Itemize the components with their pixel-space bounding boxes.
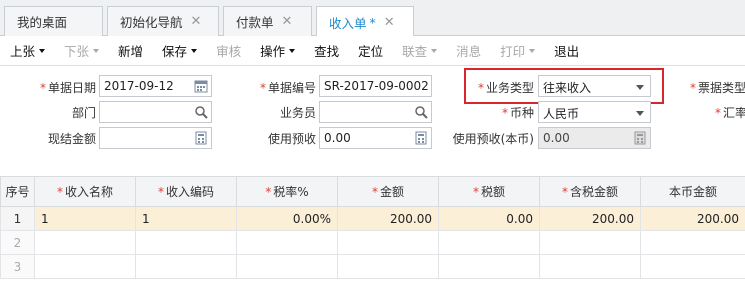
cell-amount[interactable] [337, 230, 439, 255]
operate-button[interactable]: 操作 [260, 41, 296, 60]
cell-tax-rate[interactable] [236, 230, 338, 255]
table-row[interactable]: 1 1 1 0.00% 200.00 0.00 200.00 200.00 [0, 206, 745, 231]
col-header-income-name[interactable]: * 收入名称 [34, 176, 136, 207]
cash-amount-label: 现结金额 [47, 132, 96, 146]
close-icon[interactable]: ✕ [191, 14, 202, 29]
col-header-income-code[interactable]: * 收入编码 [135, 176, 237, 207]
modified-marker: * [369, 14, 376, 30]
use-prepaid-label: 使用预收 [267, 132, 316, 146]
cell-tax-rate[interactable]: 0.00% [236, 206, 338, 231]
col-header-seq[interactable]: 序号 [0, 176, 35, 207]
locate-button[interactable]: 定位 [358, 41, 383, 60]
cell-local-amount[interactable]: 200.00 [640, 206, 745, 231]
prev-button[interactable]: 上张 [10, 41, 46, 60]
doc-date-field[interactable]: 2017-09-12 [99, 75, 212, 97]
tab-strip: 我的桌面 初始化导航 ✕ 付款单 ✕ 收入单 * ✕ [0, 0, 745, 37]
tab-label: 付款单 [236, 15, 274, 30]
cell-income-code[interactable] [135, 230, 237, 255]
caret-down-icon [39, 48, 46, 53]
cell-income-name[interactable]: 1 [34, 206, 136, 231]
tab-label: 我的桌面 [17, 15, 68, 30]
dept-label: 部门 [71, 106, 96, 120]
currency-label: * 币种 [501, 106, 534, 120]
col-header-tax-rate[interactable]: * 税率% [236, 176, 338, 207]
exit-button[interactable]: 退出 [554, 41, 579, 60]
tab-payment[interactable]: 付款单 ✕ [223, 6, 312, 36]
caret-down-icon [529, 48, 536, 53]
print-button[interactable]: 打印 [500, 41, 536, 60]
salesman-label: 业务员 [279, 106, 316, 120]
cell-tax-incl[interactable]: 200.00 [539, 206, 641, 231]
table-row[interactable]: 2 [0, 230, 745, 255]
tab-label: 初始化导航 [120, 15, 183, 30]
cell-amount[interactable] [337, 254, 439, 279]
cell-tax-incl[interactable] [539, 230, 641, 255]
next-button[interactable]: 下张 [64, 41, 100, 60]
new-button[interactable]: 新增 [118, 41, 143, 60]
save-button[interactable]: 保存 [162, 41, 198, 60]
tab-label: 收入单 [329, 15, 367, 31]
close-icon[interactable]: ✕ [384, 15, 395, 30]
row-number: 1 [0, 206, 35, 231]
calculator-icon[interactable] [414, 131, 428, 145]
col-header-tax[interactable]: * 税额 [438, 176, 540, 207]
tab-init-nav[interactable]: 初始化导航 ✕ [107, 6, 219, 36]
highlight-box [464, 68, 664, 104]
exchange-rate-label: * 汇率 [715, 106, 745, 120]
cell-local-amount[interactable] [640, 254, 745, 279]
currency-select[interactable]: 人民币 [538, 101, 651, 123]
caret-down-icon [93, 48, 100, 53]
use-prepaid-local-label: 使用预收(本币) [452, 132, 534, 146]
cell-tax[interactable] [438, 230, 540, 255]
detail-grid: 序号 * 收入名称 * 收入编码 * 税率% * 金额 * 税额 * 含税金额 本币金额 1… [0, 176, 745, 282]
caret-down-icon [289, 48, 296, 53]
cell-income-code[interactable] [135, 254, 237, 279]
caret-down-icon [431, 48, 438, 53]
audit-button[interactable]: 审核 [216, 41, 241, 60]
linked-query-button[interactable]: 联查 [402, 41, 438, 60]
message-button[interactable]: 消息 [456, 41, 481, 60]
row-number: 3 [0, 254, 35, 279]
toolbar: 上张 下张 新增 保存 审核 操作 查找 定位 联查 消息 打印 退出 [0, 36, 745, 66]
cell-income-name[interactable] [34, 230, 136, 255]
cell-tax-incl[interactable] [539, 254, 641, 279]
doc-no-label: * 单据编号 [259, 81, 316, 95]
close-icon[interactable]: ✕ [282, 14, 293, 29]
cell-tax-rate[interactable] [236, 254, 338, 279]
calculator-icon [634, 131, 646, 145]
cash-amount-field[interactable] [99, 127, 212, 149]
dept-field[interactable] [99, 101, 212, 123]
cell-income-name[interactable] [34, 254, 136, 279]
cell-local-amount[interactable] [640, 230, 745, 255]
calculator-icon[interactable] [194, 131, 208, 145]
search-icon[interactable] [414, 105, 428, 119]
doc-no-field[interactable]: SR-2017-09-0002 [319, 75, 432, 97]
doc-date-label: * 单据日期 [39, 81, 96, 95]
cell-income-code[interactable]: 1 [135, 206, 237, 231]
salesman-field[interactable] [319, 101, 432, 123]
col-header-local-amount[interactable]: 本币金额 [640, 176, 745, 207]
search-icon[interactable] [194, 105, 208, 119]
row-number: 2 [0, 230, 35, 255]
col-header-amount[interactable]: * 金额 [337, 176, 439, 207]
use-prepaid-local-field: 0.00 [538, 127, 651, 149]
cell-tax[interactable] [438, 254, 540, 279]
col-header-tax-incl[interactable]: * 含税金额 [539, 176, 641, 207]
tab-desktop[interactable]: 我的桌面 [4, 6, 103, 36]
grid-header: 序号 * 收入名称 * 收入编码 * 税率% * 金额 * 税额 * 含税金额 本币金额 [0, 176, 745, 207]
calendar-icon[interactable] [194, 79, 208, 93]
table-row[interactable]: 3 [0, 254, 745, 279]
caret-down-icon [191, 48, 198, 53]
bill-type-label: * 票据类型 [690, 81, 745, 95]
dropdown-arrow-icon [636, 111, 644, 116]
tab-income[interactable]: 收入单 * ✕ [316, 6, 414, 37]
find-button[interactable]: 查找 [314, 41, 339, 60]
cell-tax[interactable]: 0.00 [438, 206, 540, 231]
cell-amount[interactable]: 200.00 [337, 206, 439, 231]
use-prepaid-field[interactable]: 0.00 [319, 127, 432, 149]
